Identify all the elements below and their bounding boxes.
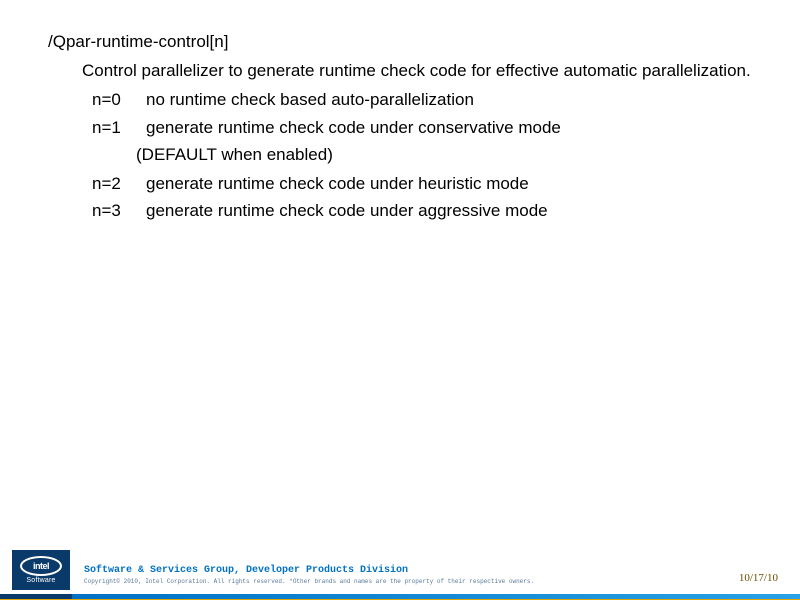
footer-date: 10/17/10 [739,572,778,584]
option-key: n=2 [92,170,146,197]
option-title: /Qpar-runtime-control[n] [48,28,752,55]
option-key: n=0 [92,86,146,113]
slide-content: /Qpar-runtime-control[n] Control paralle… [0,0,800,224]
footer-text-block: Software & Services Group, Developer Pro… [84,565,710,586]
option-note: (DEFAULT when enabled) [48,141,752,168]
option-row: n=3 generate runtime check code under ag… [48,197,752,224]
option-key: n=3 [92,197,146,224]
intel-logo: intel Software [12,550,70,590]
option-value: generate runtime check code under heuris… [146,170,529,197]
footer-division: Software & Services Group, Developer Pro… [84,565,710,576]
footer-accent-bar [0,594,800,600]
option-row: n=1 generate runtime check code under co… [48,114,752,141]
intel-logo-text: intel [33,561,49,571]
footer-copyright: Copyright© 2010, Intel Corporation. All … [84,578,604,586]
option-value: generate runtime check code under conser… [146,114,561,141]
option-value: no runtime check based auto-parallelizat… [146,86,474,113]
option-row: n=0 no runtime check based auto-parallel… [48,86,752,113]
option-key: n=1 [92,114,146,141]
option-row: n=2 generate runtime check code under he… [48,170,752,197]
slide-footer: intel Software Software & Services Group… [0,542,800,600]
option-description: Control parallelizer to generate runtime… [48,57,752,84]
intel-logo-subtitle: Software [26,577,55,584]
option-value: generate runtime check code under aggres… [146,197,548,224]
intel-logo-oval: intel [20,556,62,576]
